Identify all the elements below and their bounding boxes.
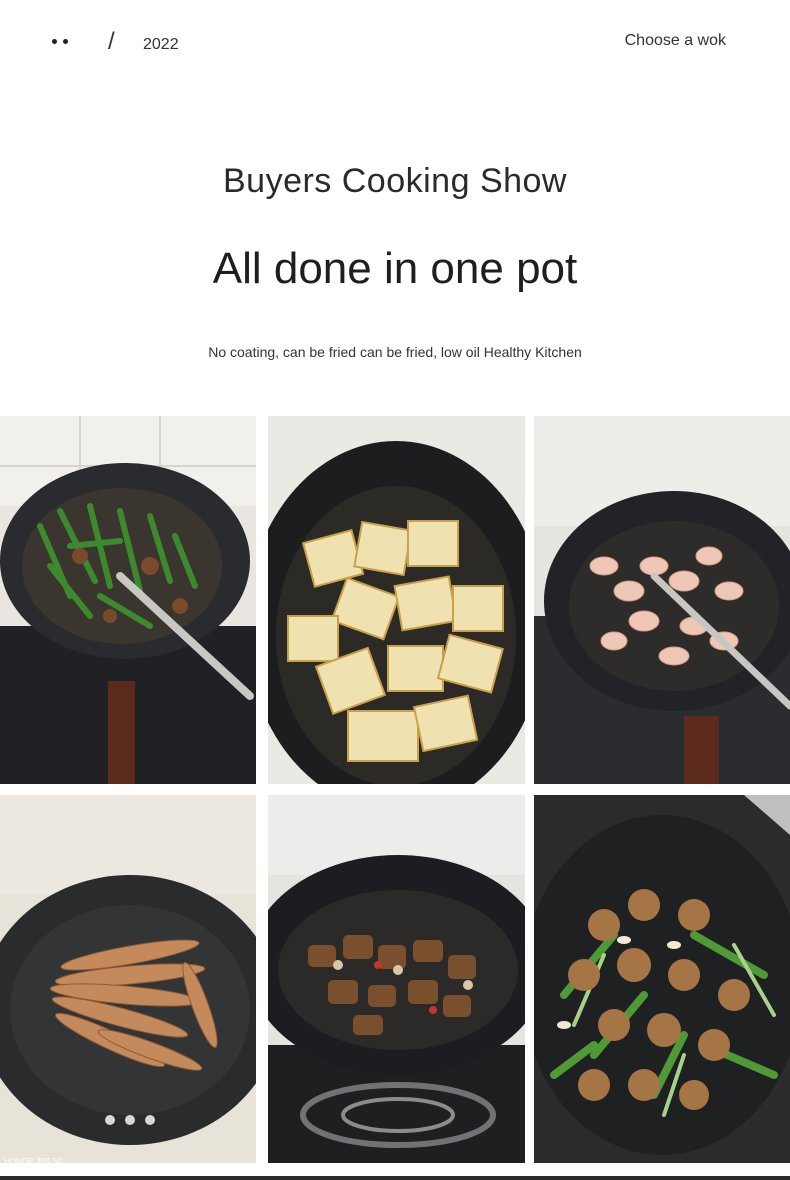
photo-fried-tofu-wok (268, 416, 525, 784)
hero-description: No coating, can be fried can be fried, l… (208, 344, 582, 360)
photo-green-beans-wok (0, 416, 256, 784)
breadcrumb-year[interactable]: 2022 (143, 36, 179, 54)
photo-meatballs-greens-wok (534, 795, 790, 1163)
hero-title: All done in one pot (212, 244, 578, 293)
hero-subtitle: Buyers Cooking Show (222, 162, 567, 200)
choose-wok-link[interactable]: Choose a wok (625, 32, 726, 50)
photo-shrimp-wok (534, 416, 790, 784)
camera-watermark: HONOR 30S 5G (4, 1157, 64, 1166)
menu-dots-icon[interactable] (52, 39, 72, 47)
photo-braised-meat-wok (268, 795, 525, 1163)
photo-fried-fish-wok (0, 795, 256, 1163)
top-bar: / 2022 Choose a wok (0, 0, 790, 90)
bottom-divider (0, 1176, 790, 1180)
breadcrumb-separator: / (108, 28, 115, 55)
